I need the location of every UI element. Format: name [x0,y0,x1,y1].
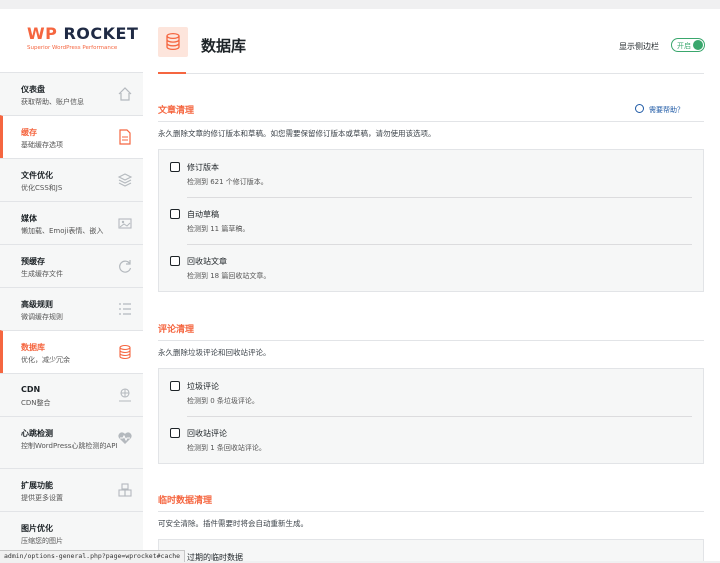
help-icon [635,104,644,113]
logo-text: WP ROCKET [27,24,139,43]
help-link[interactable]: 需要帮助？ [635,104,684,115]
section-title-transients: 临时数据清理 [158,496,213,506]
section-desc-comments: 永久删除垃圾评论和回收站评论。 [158,348,271,357]
checkbox[interactable] [170,256,180,266]
option-trashed-comments[interactable]: 回收站评论 检测到 1 条回收站评论。 [159,416,703,463]
checkbox[interactable] [170,209,180,219]
sidebar-item-heartbeat[interactable]: 心跳检测 控制WordPress心跳检测的API [0,416,143,468]
sidebar-item-addons[interactable]: 扩展功能 提供更多设置 [0,468,143,511]
sidebar-item-preload[interactable]: 预缓存 生成缓存文件 [0,244,143,287]
section-divider [158,121,704,122]
section-divider [158,511,704,512]
section-desc-transients: 可安全清除。插件需要时将会自动重新生成。 [158,519,308,528]
section-title-comments: 评论清理 [158,325,195,335]
addons-icon [118,483,132,497]
toggle-knob [693,40,703,50]
page-icon [119,129,131,145]
option-divider [187,244,692,245]
section-desc-posts: 永久删除文章的修订版本和草稿。如您需要保留修订版本或草稿，请勿使用该选项。 [158,129,436,138]
option-divider [187,197,692,198]
sidebar-item-file-optimization[interactable]: 文件优化 优化CSS和JS [0,158,143,201]
checkbox[interactable] [170,381,180,391]
header-accent-underline [158,72,186,74]
sidebar-item-cdn[interactable]: CDN CDN整合 [0,373,143,416]
home-icon [118,87,132,101]
options-box-comments: 垃圾评论 检测到 0 条垃圾评论。 回收站评论 检测到 1 条回收站评论。 [158,368,704,464]
sidebar-toggle[interactable]: 开启 [671,38,705,52]
top-strip [0,0,720,9]
header-divider [158,73,704,74]
sidebar-item-image-optimization[interactable]: 图片优化 压缩您的图片 [0,511,143,554]
page-title: 数据库 [201,37,247,55]
image-icon [118,218,132,229]
checkbox[interactable] [170,162,180,172]
layers-icon [117,173,133,187]
options-box-posts: 修订版本 检测到 621 个修订版本。 自动草稿 检测到 11 篇草稿。 回收站… [158,149,704,292]
checkbox[interactable] [170,428,180,438]
database-icon [119,344,131,360]
section-divider [158,340,704,341]
browser-status-bar: admin/options-general.php?page=wprocket#… [0,550,186,562]
option-revisions[interactable]: 修订版本 检测到 621 个修订版本。 [159,150,703,197]
option-spam-comments[interactable]: 垃圾评论 检测到 0 条垃圾评论。 [159,369,703,416]
sidebar-item-dashboard[interactable]: 仪表盘 获取帮助、账户信息 [0,72,143,115]
section-title-posts: 文章清理 [158,106,195,116]
database-header-icon [158,27,188,57]
option-divider [187,416,692,417]
refresh-icon [119,260,132,273]
wp-rocket-logo[interactable]: WP ROCKET Superior WordPress Performance [0,9,143,72]
heartbeat-icon [118,432,132,444]
option-trashed-posts[interactable]: 回收站文章 检测到 18 篇回收站文章。 [159,244,703,291]
sidebar-item-advanced-rules[interactable]: 高级规则 微调缓存规则 [0,287,143,330]
options-box-transients: 过期的临时数据 [158,539,704,562]
logo-tagline: Superior WordPress Performance [27,45,118,51]
option-auto-drafts[interactable]: 自动草稿 检测到 11 篇草稿。 [159,197,703,244]
main-content: 数据库 显示侧边栏 开启 文章清理 需要帮助？ 永久删除文章的修订版本和草稿。如… [143,9,720,562]
cdn-icon [119,388,131,402]
list-icon [119,303,131,315]
sidebar-item-media[interactable]: 媒体 懒加载、Emoji表情、嵌入 [0,201,143,244]
option-expired-transients[interactable]: 过期的临时数据 [159,540,703,562]
sidebar-item-database[interactable]: 数据库 优化，减少冗余 [0,330,143,373]
sidebar: WP ROCKET Superior WordPress Performance… [0,9,143,561]
sidebar-toggle-label: 显示侧边栏 [619,42,659,51]
sidebar-item-cache[interactable]: 缓存 基础缓存选项 [0,115,143,158]
